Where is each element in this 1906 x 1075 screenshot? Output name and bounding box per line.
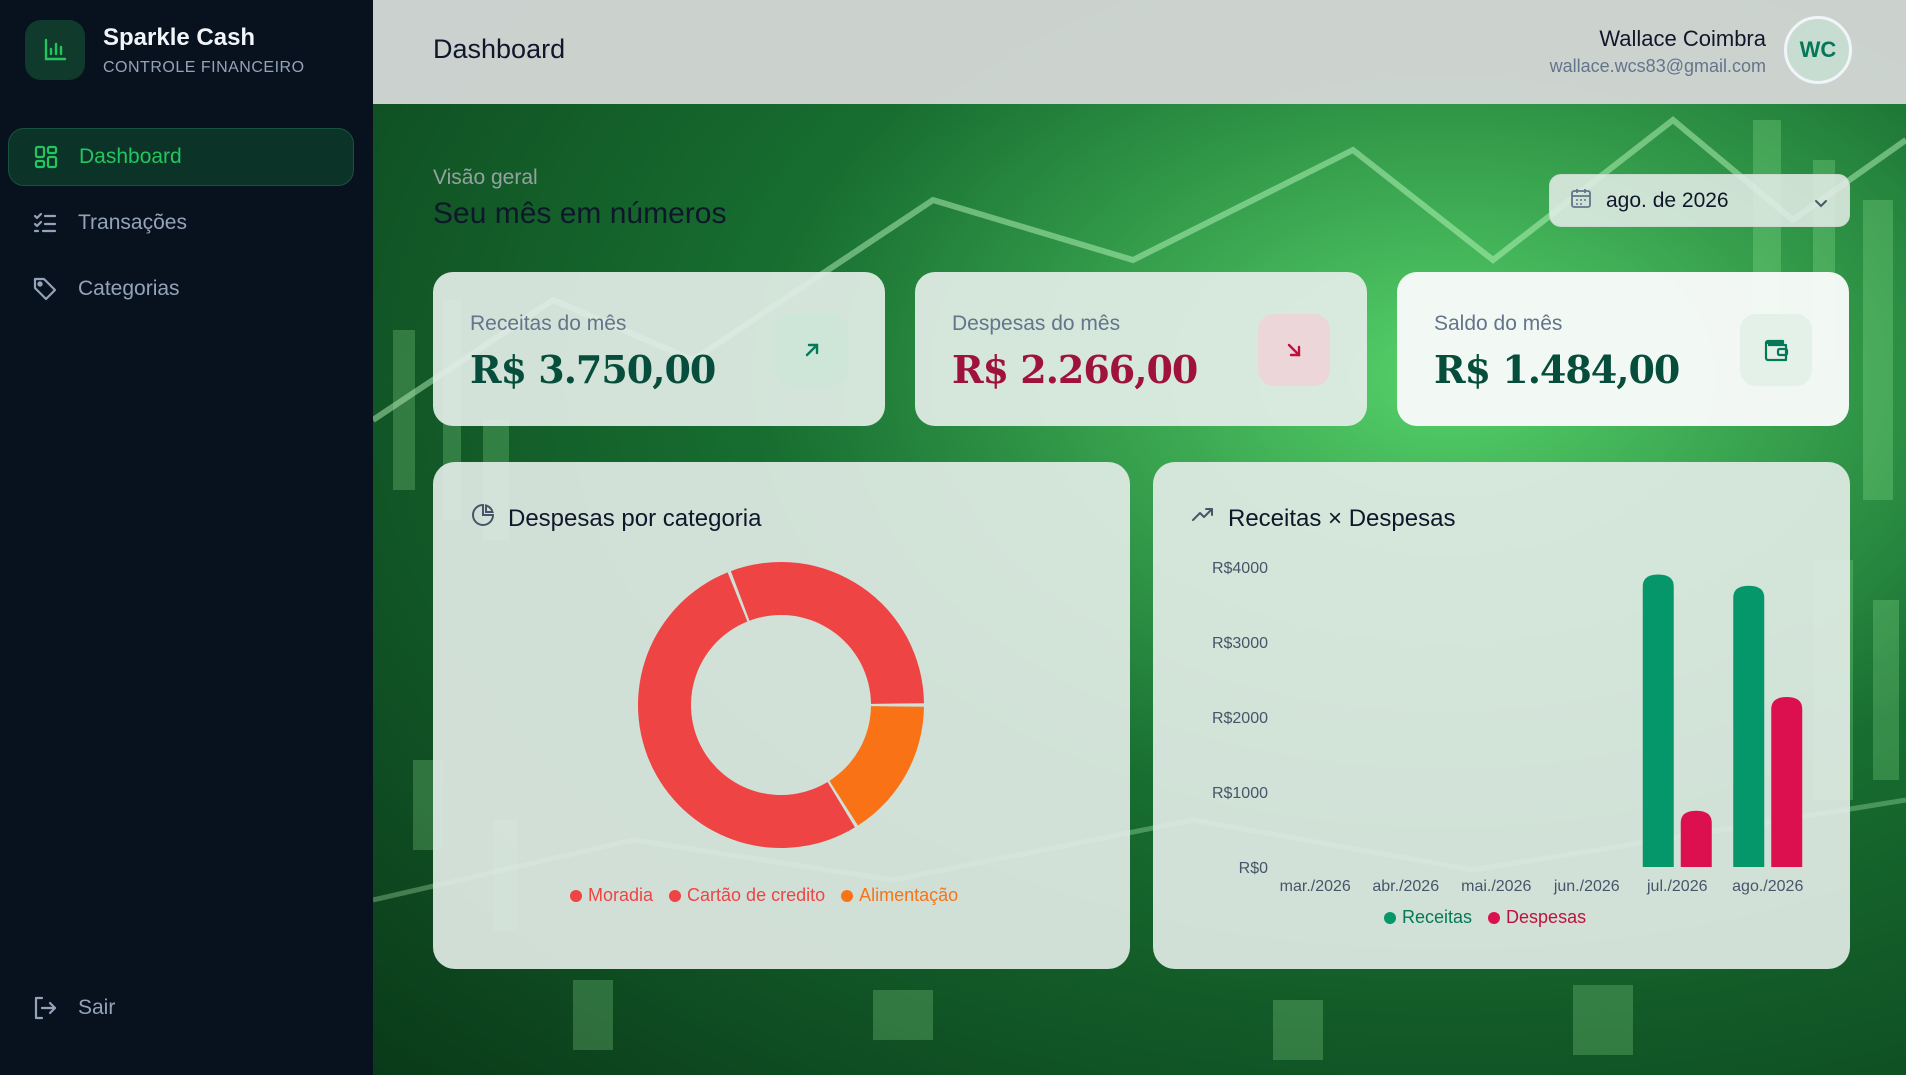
arrow-up-right-icon (776, 314, 848, 386)
y-tick-label: R$4000 (1212, 560, 1268, 577)
y-tick-label: R$0 (1239, 860, 1268, 877)
x-tick-label: jul./2026 (1646, 878, 1708, 895)
legend-item: Receitas (1384, 907, 1472, 928)
income-card: Receitas do mês R$ 3.750,00 (433, 272, 885, 426)
overview-label: Visão geral (433, 166, 538, 189)
sidebar-nav: Dashboard Transações Categorias (8, 128, 354, 326)
logout-icon (31, 994, 59, 1022)
bar-chart: R$0 R$1000 R$2000 R$3000 R$4000 mar./2026 abr.… (1212, 560, 1803, 895)
bar-despesas-ago-2026[interactable] (1771, 697, 1803, 867)
sidebar: Sparkle Cash CONTROLE FINANCEIRO Dashboa… (0, 0, 373, 1075)
income-vs-expense-panel: Receitas × Despesas R$0 R$1000 R$2000 R$300… (1153, 462, 1850, 969)
user-email: wallace.wcs83@gmail.com (1549, 56, 1766, 76)
balance-card-value: R$ 1.484,00 (1434, 347, 1680, 392)
logout-label: Sair (78, 996, 116, 1019)
brand: Sparkle Cash CONTROLE FINANCEIRO (25, 20, 305, 80)
donut-slice-cart-o-de-credito[interactable] (730, 562, 924, 704)
sidebar-item-label: Categorias (78, 277, 180, 300)
y-tick-label: R$1000 (1212, 785, 1268, 802)
x-tick-label: mai./2026 (1461, 878, 1531, 895)
main-area: Dashboard Wallace Coimbra wallace.wcs83@… (373, 0, 1906, 1075)
chevron-down-icon (1813, 193, 1829, 217)
x-tick-label: mar./2026 (1280, 878, 1351, 895)
income-card-label: Receitas do mês (470, 312, 627, 335)
sidebar-item-label: Transações (78, 211, 187, 234)
bar-legend: Receitas Despesas (1384, 907, 1602, 928)
month-select[interactable]: ago. de 2026 (1549, 174, 1850, 227)
bar-despesas-jul-2026[interactable] (1680, 810, 1712, 867)
legend-item: Cartão de credito (669, 885, 825, 906)
brand-subtitle: CONTROLE FINANCEIRO (103, 59, 305, 76)
checklist-icon (31, 209, 59, 237)
sidebar-item-dashboard[interactable]: Dashboard (8, 128, 354, 186)
overview-title: Seu mês em números (433, 197, 727, 230)
x-tick-label: ago./2026 (1732, 878, 1803, 895)
month-select-value: ago. de 2026 (1606, 188, 1729, 212)
x-tick-label: jun./2026 (1553, 878, 1620, 895)
sidebar-item-transacoes[interactable]: Transações (8, 194, 354, 252)
legend-item: Despesas (1488, 907, 1586, 928)
bar-receitas-jul-2026[interactable] (1642, 574, 1674, 868)
brand-name: Sparkle Cash (103, 24, 256, 51)
legend-item: Moradia (570, 885, 653, 906)
panel-title: Despesas por categoria (508, 504, 762, 532)
sidebar-item-categorias[interactable]: Categorias (8, 260, 354, 318)
expense-card: Despesas do mês R$ 2.266,00 (915, 272, 1367, 426)
income-card-value: R$ 3.750,00 (470, 347, 716, 392)
sidebar-item-label: Dashboard (79, 145, 182, 168)
avatar[interactable]: WC (1784, 16, 1852, 84)
bar-receitas-ago-2026[interactable] (1733, 585, 1765, 867)
panel-title: Receitas × Despesas (1228, 504, 1456, 532)
expense-card-label: Despesas do mês (952, 312, 1121, 335)
dashboard-grid-icon (32, 143, 60, 171)
bar-chart-logo-icon (25, 20, 85, 80)
y-tick-label: R$2000 (1212, 710, 1268, 727)
expense-card-value: R$ 2.266,00 (952, 347, 1198, 392)
calendar-icon (1570, 187, 1592, 215)
y-tick-label: R$3000 (1212, 635, 1268, 652)
trending-up-icon (1190, 502, 1216, 535)
donut-chart (638, 562, 924, 848)
donut-slice-alimenta-o[interactable] (829, 706, 924, 826)
user-name: Wallace Coimbra (1599, 26, 1766, 51)
top-bar: Dashboard Wallace Coimbra wallace.wcs83@… (373, 0, 1906, 104)
pie-chart-icon (470, 502, 496, 535)
user-info: Wallace Coimbra wallace.wcs83@gmail.com (1550, 26, 1766, 77)
x-tick-label: abr./2026 (1372, 878, 1439, 895)
arrow-down-right-icon (1258, 314, 1330, 386)
balance-card: Saldo do mês R$ 1.484,00 (1397, 272, 1849, 426)
wallet-icon (1740, 314, 1812, 386)
expenses-by-category-panel: Despesas por categoria Moradia Cartão de… (433, 462, 1130, 969)
page-title: Dashboard (433, 34, 566, 64)
logout-button[interactable]: Sair (31, 994, 115, 1022)
balance-card-label: Saldo do mês (1434, 312, 1563, 335)
legend-item: Alimentação (841, 885, 958, 906)
donut-legend: Moradia Cartão de credito Alimentação (570, 885, 974, 906)
tag-icon (31, 275, 59, 303)
